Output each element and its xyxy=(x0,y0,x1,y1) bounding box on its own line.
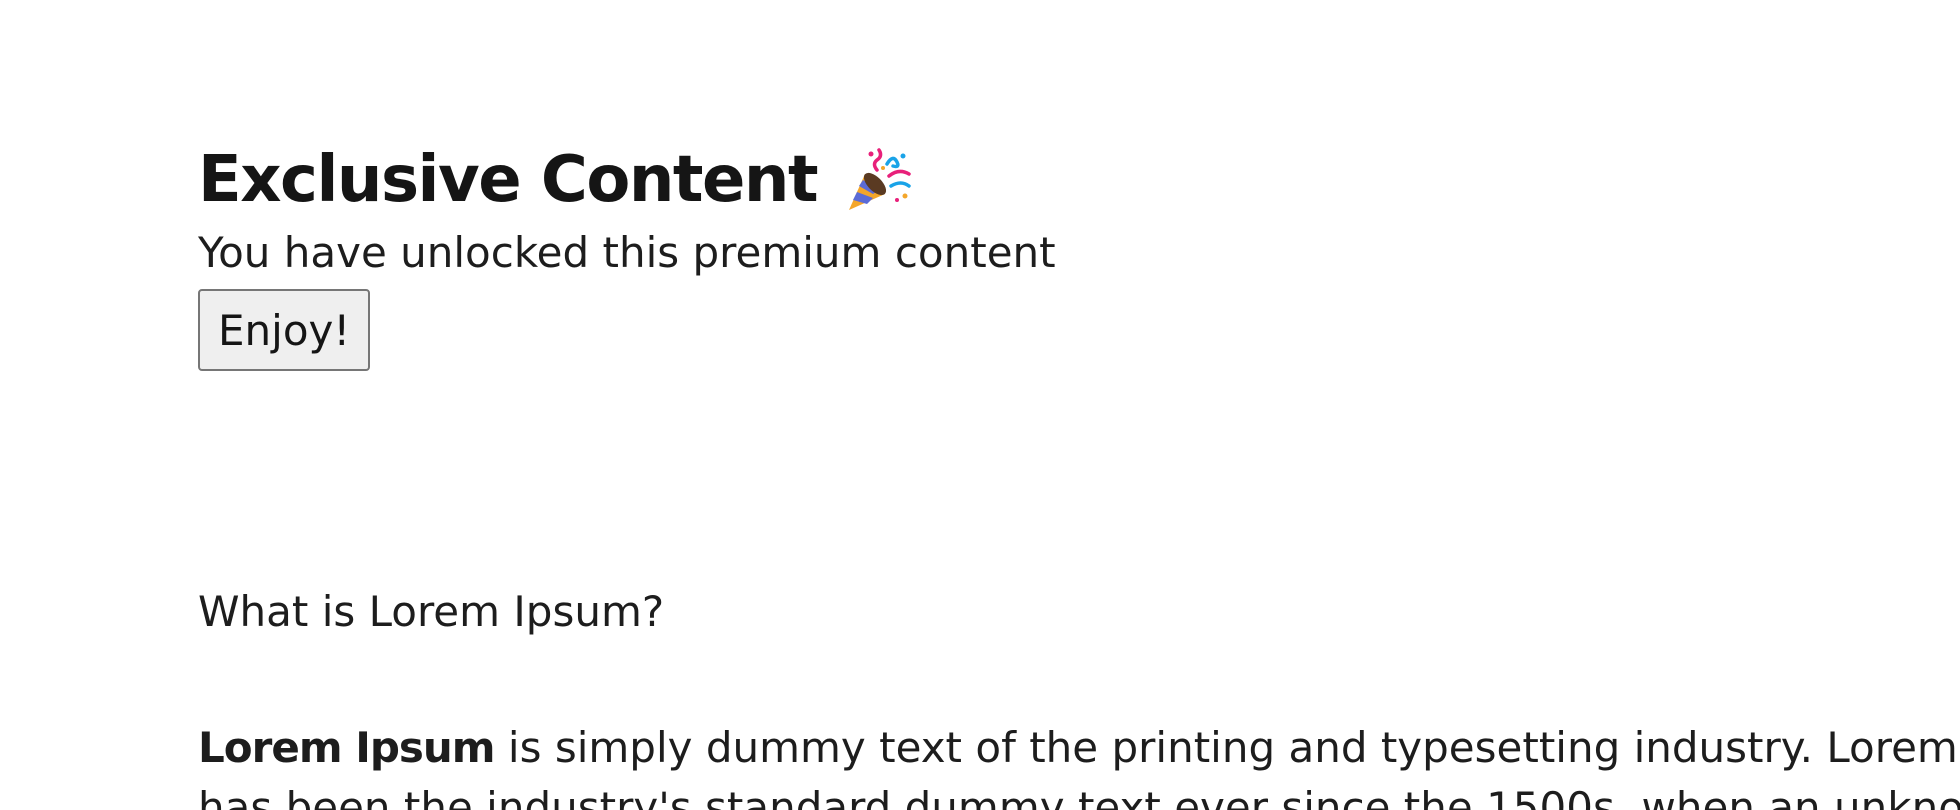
page: Exclusive Content You have unlocked this… xyxy=(0,0,1960,810)
party-popper-icon xyxy=(843,144,915,216)
lorem-paragraph: Lorem Ipsum is simply dummy text of the … xyxy=(198,718,1960,810)
page-title: Exclusive Content xyxy=(198,143,819,217)
premium-unlocked-text: You have unlocked this premium content xyxy=(198,228,1056,277)
lorem-paragraph-second-line: has been the industry's standard dummy t… xyxy=(198,783,1960,810)
enjoy-button[interactable]: Enjoy! xyxy=(198,289,371,371)
lorem-paragraph-text: is simply dummy text of the printing and… xyxy=(494,723,1960,772)
title-row: Exclusive Content xyxy=(198,140,915,220)
section-heading: What is Lorem Ipsum? xyxy=(198,587,665,636)
lorem-bold-term: Lorem Ipsum xyxy=(198,723,496,772)
